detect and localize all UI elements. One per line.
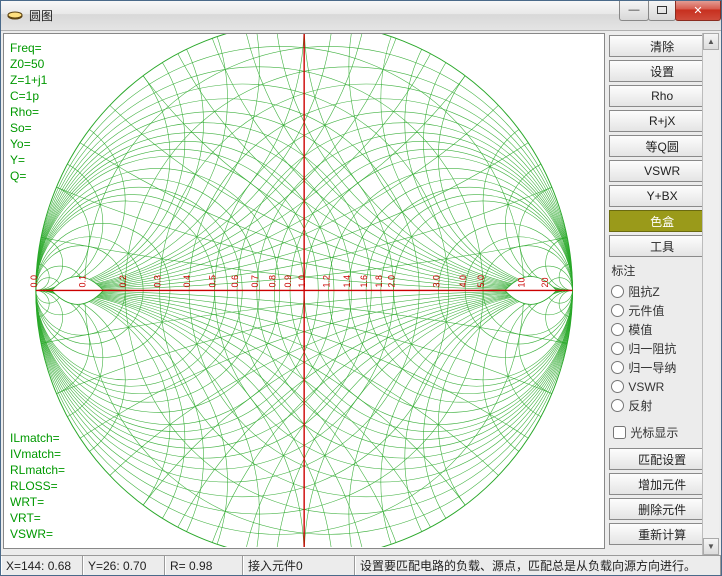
svg-text:1.2: 1.2 <box>322 275 332 287</box>
sidebar-button-4[interactable]: 等Q圆 <box>609 135 715 157</box>
client-area: 0.0 0.1 0.2 0.3 0.4 0.5 0.6 0.7 0.8 0.9 1.0 1.2 1.4 1… <box>1 31 721 575</box>
sidebar-button-7[interactable]: 色盒 <box>609 210 715 232</box>
titlebar[interactable]: 圆图 — ✕ <box>1 1 721 31</box>
status-y: Y=26: 0.70 <box>83 556 165 575</box>
sidebar-button-2[interactable]: Rho <box>609 85 715 107</box>
svg-text:0.4: 0.4 <box>182 275 192 287</box>
statusbar: X=144: 0.68 Y=26: 0.70 R= 0.98 接入元件0 设置要… <box>1 555 721 575</box>
svg-text:0.2: 0.2 <box>118 275 128 287</box>
param-top-0: Freq= <box>10 40 47 56</box>
sidebar-button-0[interactable]: 清除 <box>609 35 715 57</box>
svg-text:20: 20 <box>540 277 550 287</box>
sidebar-button-5[interactable]: VSWR <box>609 160 715 182</box>
param-top-2: Z=1+j1 <box>10 72 47 88</box>
close-button[interactable]: ✕ <box>675 1 721 21</box>
sidebar-button-3[interactable]: R+jX <box>609 110 715 132</box>
status-r: R= 0.98 <box>165 556 243 575</box>
svg-text:10: 10 <box>517 277 527 287</box>
radio-5[interactable]: VSWR <box>611 377 713 396</box>
window-title: 圆图 <box>29 7 620 24</box>
svg-text:0.5: 0.5 <box>208 275 218 287</box>
svg-text:1.4: 1.4 <box>342 275 352 287</box>
svg-text:5.0: 5.0 <box>476 275 486 287</box>
radio-0[interactable]: 阻抗Z <box>611 282 713 301</box>
status-x: X=144: 0.68 <box>1 556 83 575</box>
svg-text:0.0: 0.0 <box>29 275 39 287</box>
smith-chart[interactable]: 0.0 0.1 0.2 0.3 0.4 0.5 0.6 0.7 0.8 0.9 1.0 1.2 1.4 1… <box>3 33 605 549</box>
svg-text:0.3: 0.3 <box>153 275 163 287</box>
app-icon <box>7 8 23 24</box>
action-button-2[interactable]: 删除元件 <box>609 498 715 520</box>
param-bottom-6: VSWR= <box>10 526 65 542</box>
sidebar-button-1[interactable]: 设置 <box>609 60 715 82</box>
svg-text:4.0: 4.0 <box>458 275 468 287</box>
param-top-8: Q= <box>10 168 47 184</box>
svg-text:0.8: 0.8 <box>267 275 277 287</box>
svg-text:1.6: 1.6 <box>359 275 369 287</box>
radio-1[interactable]: 元件值 <box>611 301 713 320</box>
param-top-4: Rho= <box>10 104 47 120</box>
main-area: 0.0 0.1 0.2 0.3 0.4 0.5 0.6 0.7 0.8 0.9 1.0 1.2 1.4 1… <box>1 31 721 555</box>
status-conn: 接入元件0 <box>243 556 355 575</box>
annotation-radios: 阻抗Z元件值模值归一阻抗归一导纳VSWR反射 <box>609 282 715 419</box>
param-top-3: C=1p <box>10 88 47 104</box>
sidebar-scrollbar[interactable]: ▲ ▼ <box>702 33 719 555</box>
param-top-5: So= <box>10 120 47 136</box>
action-button-3[interactable]: 重新计算 <box>609 523 715 545</box>
svg-text:2.0: 2.0 <box>387 275 397 287</box>
cursor-checkbox[interactable]: 光标显示 <box>609 422 715 445</box>
param-top-6: Yo= <box>10 136 47 152</box>
radio-4[interactable]: 归一导纳 <box>611 358 713 377</box>
smith-chart-svg: 0.0 0.1 0.2 0.3 0.4 0.5 0.6 0.7 0.8 0.9 1.0 1.2 1.4 1… <box>4 34 604 547</box>
annotation-label: 标注 <box>609 260 715 279</box>
param-top-1: Z0=50 <box>10 56 47 72</box>
param-bottom-3: RLOSS= <box>10 478 65 494</box>
radio-3[interactable]: 归一阻抗 <box>611 339 713 358</box>
action-button-0[interactable]: 匹配设置 <box>609 448 715 470</box>
radio-6[interactable]: 反射 <box>611 396 713 415</box>
sidebar: 清除设置 Rho R+jX 等Q圆 VSWR Y+BX 色盒工具标注阻抗Z元件值模值归一阻抗… <box>609 33 719 555</box>
svg-text:1.0: 1.0 <box>297 275 307 287</box>
action-button-1[interactable]: 增加元件 <box>609 473 715 495</box>
sidebar-button-6[interactable]: Y+BX <box>609 185 715 207</box>
sidebar-button-8[interactable]: 工具 <box>609 235 715 257</box>
param-bottom-5: VRT= <box>10 510 65 526</box>
svg-text:0.9: 0.9 <box>283 275 293 287</box>
scroll-down-button[interactable]: ▼ <box>703 538 719 555</box>
svg-text:3.0: 3.0 <box>431 275 441 287</box>
param-list-bottom: ILmatch=IVmatch=RLmatch=RLOSS=WRT=VRT=VS… <box>10 430 65 542</box>
status-help: 设置要匹配电路的负载、源点，匹配总是从负载向源方向进行。 <box>355 556 721 575</box>
app-window: 圆图 — ✕ 0.0 0.1 0.2 0.3 0.4 0.5 0.6 0.7 0.8 0.9 1.0… <box>0 0 722 576</box>
maximize-button[interactable] <box>648 1 676 21</box>
scroll-up-button[interactable]: ▲ <box>703 33 719 50</box>
param-bottom-1: IVmatch= <box>10 446 65 462</box>
minimize-button[interactable]: — <box>619 1 649 21</box>
param-bottom-2: RLmatch= <box>10 462 65 478</box>
radio-2[interactable]: 模值 <box>611 320 713 339</box>
svg-text:0.6: 0.6 <box>230 275 240 287</box>
param-bottom-0: ILmatch= <box>10 430 65 446</box>
window-buttons: — ✕ <box>620 1 721 21</box>
param-bottom-4: WRT= <box>10 494 65 510</box>
svg-text:0.7: 0.7 <box>250 275 260 287</box>
param-top-7: Y= <box>10 152 47 168</box>
svg-text:0.1: 0.1 <box>78 275 88 287</box>
svg-text:1.8: 1.8 <box>374 275 384 287</box>
param-list-top: Freq=Z0=50Z=1+j1C=1pRho=So=Yo=Y=Q= <box>10 40 47 184</box>
